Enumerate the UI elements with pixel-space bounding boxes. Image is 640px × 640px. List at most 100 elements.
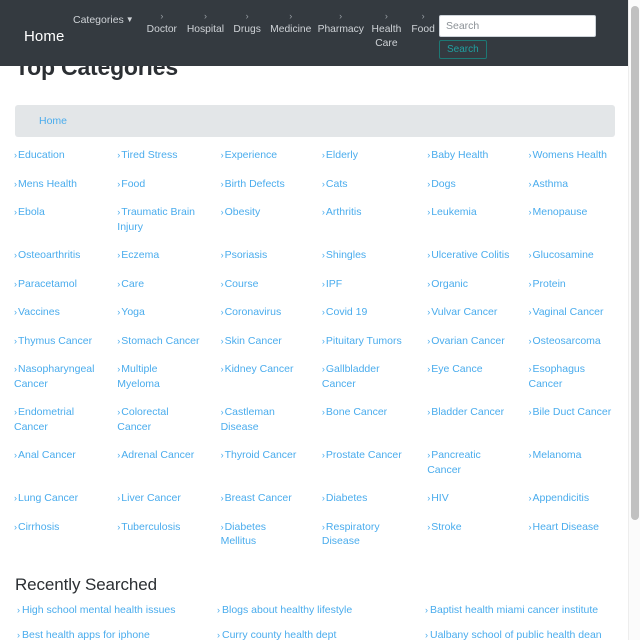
category-link[interactable]: ›Anal Cancer — [14, 449, 76, 461]
category-link[interactable]: ›Course — [221, 278, 259, 290]
navbar-crumb-doctor[interactable]: › Doctor — [140, 10, 184, 37]
category-link[interactable]: ›Education — [14, 149, 65, 161]
category-link[interactable]: ›Nasopharyngeal Cancer — [14, 363, 94, 390]
category-link[interactable]: ›Traumatic Brain Injury — [117, 206, 195, 233]
category-link[interactable]: ›Tired Stress — [117, 149, 177, 161]
category-link[interactable]: ›Thymus Cancer — [14, 335, 92, 347]
category-cell: ›Respiratory Disease — [310, 520, 413, 549]
category-link[interactable]: ›Tuberculosis — [117, 521, 180, 533]
category-link[interactable]: ›Yoga — [117, 306, 145, 318]
category-cell: ›Bile Duct Cancer — [516, 405, 619, 434]
recent-search-link[interactable]: › Best health apps for iphone — [17, 629, 150, 640]
category-link[interactable]: ›Food — [117, 178, 145, 190]
category-link[interactable]: ›Osteoarthritis — [14, 249, 80, 261]
category-link[interactable]: ›Gallbladder Cancer — [322, 363, 380, 390]
search-button[interactable]: Search — [439, 40, 487, 59]
navbar-categories-dropdown[interactable]: Categories ▼ — [73, 14, 134, 26]
scrollbar-thumb[interactable] — [631, 6, 639, 520]
category-link[interactable]: ›Stroke — [427, 521, 461, 533]
category-link[interactable]: ›Bile Duct Cancer — [528, 406, 611, 418]
category-link[interactable]: ›Dogs — [427, 178, 456, 190]
category-link[interactable]: ›Care — [117, 278, 144, 290]
navbar-crumb-food[interactable]: › Food — [406, 10, 440, 37]
category-link[interactable]: ›Respiratory Disease — [322, 521, 380, 548]
recent-search-link[interactable]: › Curry county health dept — [217, 629, 336, 640]
category-link[interactable]: ›Lung Cancer — [14, 492, 78, 504]
category-link[interactable]: ›Cirrhosis — [14, 521, 59, 533]
category-link[interactable]: ›Elderly — [322, 149, 358, 161]
recent-search-link[interactable]: › Ualbany school of public health dean — [425, 629, 602, 640]
category-link[interactable]: ›Liver Cancer — [117, 492, 181, 504]
category-link[interactable]: ›Experience — [221, 149, 278, 161]
category-link[interactable]: ›Endometrial Cancer — [14, 406, 74, 433]
category-link[interactable]: ›Eczema — [117, 249, 159, 261]
category-link[interactable]: ›Protein — [528, 278, 565, 290]
category-link[interactable]: ›Bone Cancer — [322, 406, 387, 418]
navbar-brand-home[interactable]: Home — [24, 29, 64, 44]
category-link[interactable]: ›HIV — [427, 492, 449, 504]
category-link[interactable]: ›Menopause — [528, 206, 587, 218]
category-cell: ›Experience — [207, 148, 310, 163]
category-link[interactable]: ›Eye Cance — [427, 363, 482, 375]
category-link[interactable]: ›Bladder Cancer — [427, 406, 504, 418]
category-link[interactable]: ›Heart Disease — [528, 521, 599, 533]
navbar-crumb-medicine[interactable]: › Medicine — [267, 10, 315, 37]
category-link[interactable]: ›Esophagus Cancer — [528, 363, 585, 390]
category-link[interactable]: ›Osteosarcoma — [528, 335, 600, 347]
vertical-scrollbar[interactable] — [628, 0, 640, 640]
category-link[interactable]: ›IPF — [322, 278, 342, 290]
search-input[interactable] — [439, 15, 596, 37]
category-link[interactable]: ›Asthma — [528, 178, 568, 190]
category-cell: ›Ovarian Cancer — [413, 334, 516, 349]
category-cell: ›Cirrhosis — [0, 520, 103, 549]
navbar-crumb-hospital[interactable]: › Hospital — [184, 10, 228, 37]
navbar-crumb-pharmacy[interactable]: › Pharmacy — [315, 10, 367, 37]
category-link[interactable]: ›Stomach Cancer — [117, 335, 199, 347]
category-link[interactable]: ›Vulvar Cancer — [427, 306, 497, 318]
category-link[interactable]: ›Adrenal Cancer — [117, 449, 194, 461]
category-link[interactable]: ›Appendicitis — [528, 492, 589, 504]
category-link[interactable]: ›Cats — [322, 178, 348, 190]
category-link[interactable]: ›Kidney Cancer — [221, 363, 294, 375]
category-link[interactable]: ›Baby Health — [427, 149, 488, 161]
category-link[interactable]: ›Ebola — [14, 206, 45, 218]
category-link[interactable]: ›Breast Cancer — [221, 492, 292, 504]
category-link[interactable]: ›Leukemia — [427, 206, 477, 218]
category-link[interactable]: ›Vaginal Cancer — [528, 306, 603, 318]
recent-search-link[interactable]: › Baptist health miami cancer institute — [425, 604, 598, 616]
category-link[interactable]: ›Prostate Cancer — [322, 449, 402, 461]
navbar-crumb-label: Health Care — [371, 24, 402, 49]
category-link[interactable]: ›Multiple Myeloma — [117, 363, 160, 390]
category-link[interactable]: ›Womens Health — [528, 149, 607, 161]
category-link[interactable]: ›Obesity — [221, 206, 261, 218]
category-link-label: Nasopharyngeal Cancer — [14, 363, 95, 390]
category-link[interactable]: ›Vaccines — [14, 306, 60, 318]
category-link[interactable]: ›Birth Defects — [221, 178, 285, 190]
recent-search-link[interactable]: › Blogs about healthy lifestyle — [217, 604, 352, 616]
category-link[interactable]: ›Melanoma — [528, 449, 581, 461]
category-link[interactable]: ›Skin Cancer — [221, 335, 282, 347]
category-link[interactable]: ›Thyroid Cancer — [221, 449, 297, 461]
category-link[interactable]: ›Psoriasis — [221, 249, 268, 261]
category-link[interactable]: ›Paracetamol — [14, 278, 77, 290]
category-link[interactable]: ›Ovarian Cancer — [427, 335, 505, 347]
breadcrumb-item-home[interactable]: Home — [39, 115, 67, 127]
category-link[interactable]: ›Mens Health — [14, 178, 77, 190]
category-link[interactable]: ›Organic — [427, 278, 468, 290]
category-link[interactable]: ›Colorectal Cancer — [117, 406, 168, 433]
category-link[interactable]: ›Pancreatic Cancer — [427, 449, 481, 476]
category-link[interactable]: ›Arthritis — [322, 206, 362, 218]
navbar-crumb-drugs[interactable]: › Drugs — [227, 10, 267, 37]
recent-search-link[interactable]: › High school mental health issues — [17, 604, 176, 616]
category-link[interactable]: ›Diabetes Mellitus — [221, 521, 266, 548]
category-link[interactable]: ›Pituitary Tumors — [322, 335, 402, 347]
category-link[interactable]: ›Covid 19 — [322, 306, 367, 318]
category-link[interactable]: ›Coronavirus — [221, 306, 282, 318]
navbar-crumb-health-care[interactable]: › Health Care — [367, 10, 407, 51]
category-link[interactable]: ›Castleman Disease — [221, 406, 275, 433]
category-link[interactable]: ›Ulcerative Colitis — [427, 249, 509, 261]
category-link[interactable]: ›Shingles — [322, 249, 366, 261]
category-link[interactable]: ›Glucosamine — [528, 249, 593, 261]
category-link[interactable]: ›Diabetes — [322, 492, 367, 504]
chevron-right-icon: › — [220, 178, 224, 189]
